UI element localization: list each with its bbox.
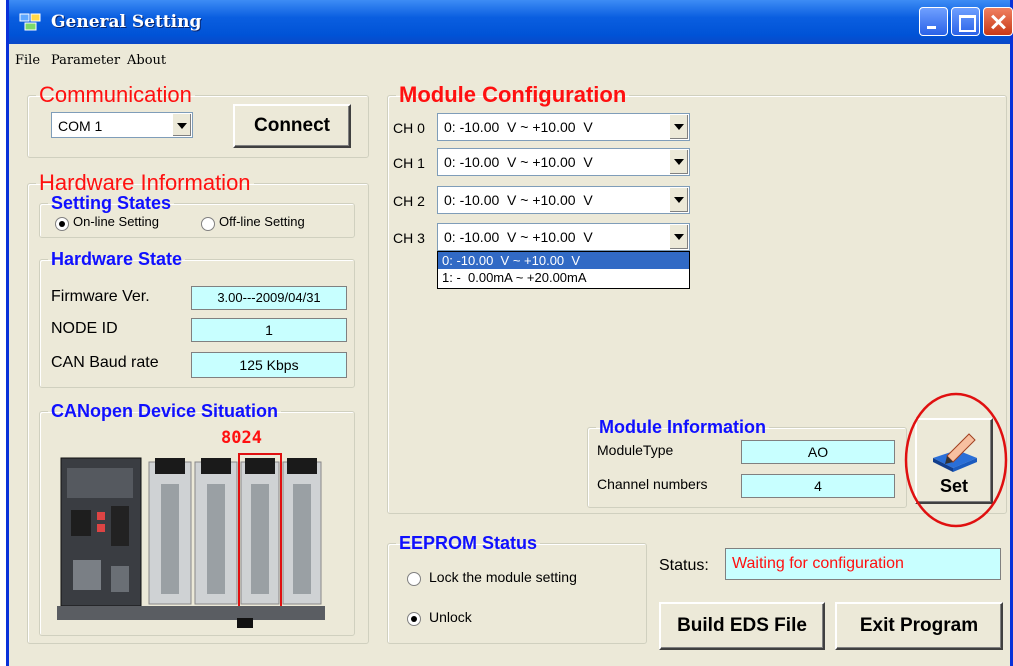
hardware-state-legend: Hardware State (51, 249, 183, 269)
maximize-button[interactable] (951, 7, 980, 36)
channel-3-select[interactable]: 0: -10.00 V ~ +10.00 V (437, 223, 690, 251)
dropdown-option-selected[interactable]: 0: -10.00 V ~ +10.00 V (438, 252, 689, 269)
status-field: Waiting for configuration (725, 548, 1001, 580)
baud-rate-label: CAN Baud rate (51, 354, 159, 371)
channel-3-value: 0: -10.00 V ~ +10.00 V (444, 229, 593, 245)
channel-3-label: CH 3 (393, 230, 425, 246)
connect-button[interactable]: Connect (233, 104, 351, 148)
offline-setting-radio[interactable] (201, 217, 215, 231)
channel-numbers-field: 4 (741, 474, 895, 498)
minimize-button[interactable] (919, 7, 948, 36)
chevron-down-icon[interactable] (669, 150, 688, 174)
module-config-legend: Module Configuration (399, 82, 627, 107)
channel-0-select[interactable]: 0: -10.00 V ~ +10.00 V (437, 113, 690, 141)
online-setting-label[interactable]: On-line Setting (73, 214, 159, 229)
channel-2-select[interactable]: 0: -10.00 V ~ +10.00 V (437, 186, 690, 214)
eeprom-status-legend: EEPROM Status (399, 533, 538, 553)
node-id-field: 1 (191, 318, 347, 342)
offline-setting-label[interactable]: Off-line Setting (219, 214, 305, 229)
channel-numbers-label: Channel numbers (597, 476, 708, 492)
channel-1-label: CH 1 (393, 155, 425, 171)
eeprom-status-group: EEPROM Status (387, 534, 647, 644)
exit-program-button[interactable]: Exit Program (835, 602, 1003, 650)
menu-parameter[interactable]: Parameter (51, 53, 120, 68)
channel-2-value: 0: -10.00 V ~ +10.00 V (444, 192, 593, 208)
build-eds-button[interactable]: Build EDS File (659, 602, 825, 650)
module-type-field: AO (741, 440, 895, 464)
lock-module-radio[interactable] (407, 572, 421, 586)
status-label: Status: (659, 557, 709, 574)
channel-3-dropdown-list: 0: -10.00 V ~ +10.00 V 1: - 0.00mA ~ +20… (437, 251, 690, 289)
canopen-device-image (57, 453, 325, 628)
channel-0-label: CH 0 (393, 120, 425, 136)
chevron-down-icon[interactable] (669, 188, 688, 212)
main-window: General Setting File Parameter About Com… (6, 0, 1013, 666)
module-name-label: 8024 (221, 428, 262, 448)
chevron-down-icon[interactable] (172, 114, 191, 136)
communication-legend: Communication (39, 82, 192, 107)
canopen-device-legend: CANopen Device Situation (51, 401, 279, 421)
module-info-legend: Module Information (599, 417, 766, 437)
channel-1-select[interactable]: 0: -10.00 V ~ +10.00 V (437, 148, 690, 176)
firmware-label: Firmware Ver. (51, 288, 150, 305)
window-title: General Setting (51, 12, 202, 32)
baud-rate-field: 125 Kbps (191, 352, 347, 378)
unlock-radio[interactable] (407, 612, 421, 626)
online-setting-radio[interactable] (55, 217, 69, 231)
menu-bar: File Parameter About (9, 50, 1010, 72)
com-port-value: COM 1 (58, 118, 103, 134)
channel-2-label: CH 2 (393, 193, 425, 209)
hardware-info-legend: Hardware Information (39, 170, 251, 195)
channel-0-value: 0: -10.00 V ~ +10.00 V (444, 119, 593, 135)
dropdown-option[interactable]: 1: - 0.00mA ~ +20.00mA (438, 269, 689, 286)
title-bar[interactable]: General Setting (9, 0, 1013, 44)
chevron-down-icon[interactable] (669, 115, 688, 139)
com-port-select[interactable]: COM 1 (51, 112, 193, 138)
unlock-label[interactable]: Unlock (429, 609, 472, 625)
setting-states-legend: Setting States (51, 193, 172, 213)
annotation-circle (904, 392, 1008, 528)
network-app-icon (19, 13, 41, 31)
node-id-label: NODE ID (51, 320, 118, 337)
chevron-down-icon[interactable] (669, 225, 688, 249)
lock-module-label[interactable]: Lock the module setting (429, 569, 577, 585)
channel-1-value: 0: -10.00 V ~ +10.00 V (444, 154, 593, 170)
firmware-field: 3.00---2009/04/31 (191, 286, 347, 310)
module-type-label: ModuleType (597, 442, 674, 458)
menu-about[interactable]: About (127, 53, 166, 68)
menu-file[interactable]: File (15, 53, 40, 68)
close-button[interactable] (983, 7, 1013, 36)
